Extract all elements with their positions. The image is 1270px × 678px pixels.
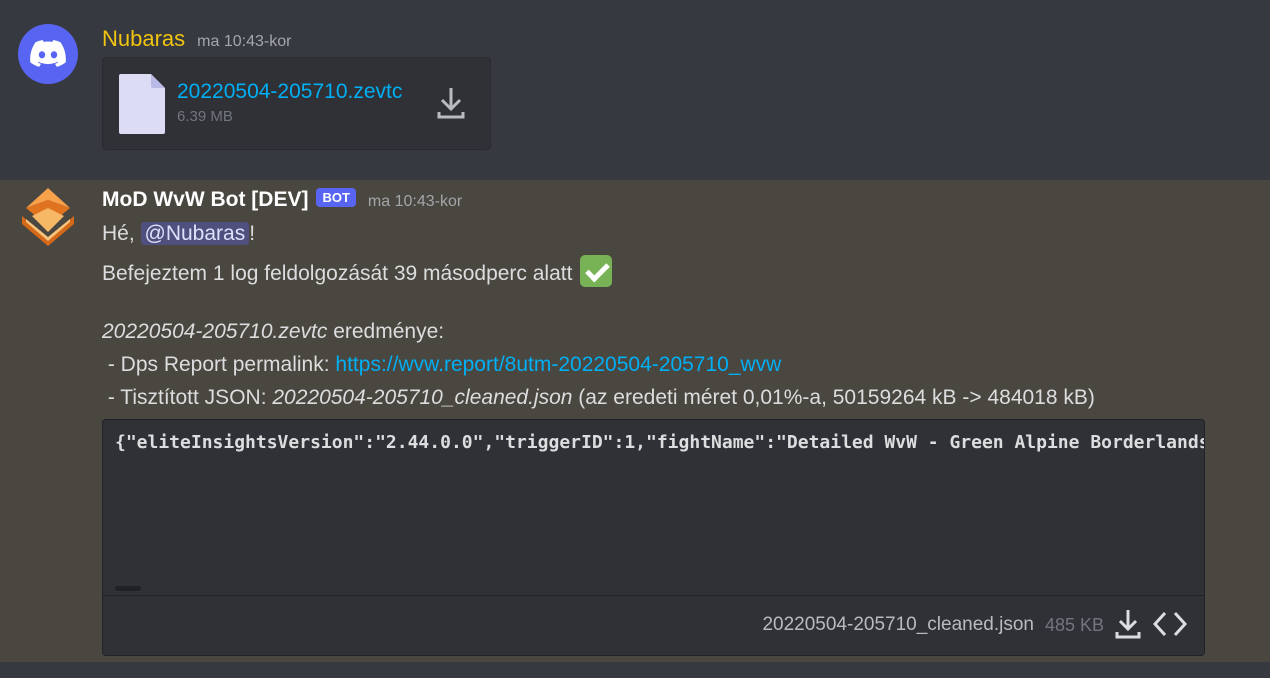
message-header: Nubaras ma 10:43-kor: [102, 26, 291, 52]
avatar[interactable]: [18, 186, 78, 246]
timestamp: ma 10:43-kor: [197, 33, 292, 50]
code-file-footer: 20220504-205710_cleaned.json 485 KB: [103, 595, 1204, 655]
json-filename: 20220504-205710_cleaned.json: [272, 386, 573, 409]
download-icon[interactable]: [436, 86, 466, 120]
username[interactable]: Nubaras: [102, 26, 185, 52]
message-nubaras: Nubaras ma 10:43-kor 20220504-205710.zev…: [0, 0, 1270, 180]
chat-bottom-area: [0, 662, 1270, 678]
discord-logo-icon: [30, 40, 66, 67]
message-line-dps-report: - Dps Report permalink: https://wvw.repo…: [102, 353, 782, 377]
message-header: MoD WvW Bot [DEV] BOT ma 10:43-kor: [102, 188, 462, 212]
attachment-size: 6.39 MB: [177, 108, 233, 125]
dps-label: - Dps Report permalink:: [102, 353, 336, 376]
greeting-suffix: !: [249, 222, 256, 245]
message-line-result-title: 20220504-205710.zevtc eredménye:: [102, 320, 444, 344]
dps-report-link[interactable]: https://wvw.report/8utm-20220504-205710_…: [335, 353, 781, 376]
status-text: Befejeztem 1 log feldolgozását 39 másodp…: [102, 262, 573, 285]
username[interactable]: MoD WvW Bot [DEV]: [102, 188, 308, 212]
file-attachment: 20220504-205710.zevtc 6.39 MB: [102, 57, 491, 150]
code-filesize: 485 KB: [1044, 615, 1104, 635]
message-line-json: - Tisztított JSON: 20220504-205710_clean…: [102, 386, 1095, 410]
json-size-note: (az eredeti méret 0,01%-a, 50159264 kB -…: [572, 386, 1095, 409]
code-expand-icon[interactable]: [1152, 610, 1188, 638]
bot-badge: BOT: [316, 188, 356, 207]
guild-emblem-icon: [22, 188, 74, 246]
check-mark-icon: [580, 255, 613, 287]
horizontal-scrollbar[interactable]: [115, 586, 141, 591]
code-filename: 20220504-205710_cleaned.json: [762, 614, 1034, 635]
timestamp: ma 10:43-kor: [367, 193, 463, 210]
user-mention[interactable]: @Nubaras: [140, 222, 250, 245]
code-file-preview: {"eliteInsightsVersion":"2.44.0.0","trig…: [102, 419, 1205, 656]
download-icon[interactable]: [1114, 608, 1142, 640]
json-label: - Tisztított JSON:: [102, 386, 273, 409]
message-line-greeting: Hé, @Nubaras!: [102, 222, 255, 246]
avatar[interactable]: [18, 24, 78, 84]
greeting-text: Hé,: [102, 222, 141, 245]
code-preview-text[interactable]: {"eliteInsightsVersion":"2.44.0.0","trig…: [115, 432, 1204, 453]
result-filename: 20220504-205710.zevtc: [102, 320, 328, 343]
file-icon: [119, 74, 165, 134]
message-line-status: Befejeztem 1 log feldolgozását 39 másodp…: [102, 255, 613, 287]
result-suffix: eredménye:: [327, 320, 445, 343]
attachment-filename-link[interactable]: 20220504-205710.zevtc: [177, 80, 402, 104]
